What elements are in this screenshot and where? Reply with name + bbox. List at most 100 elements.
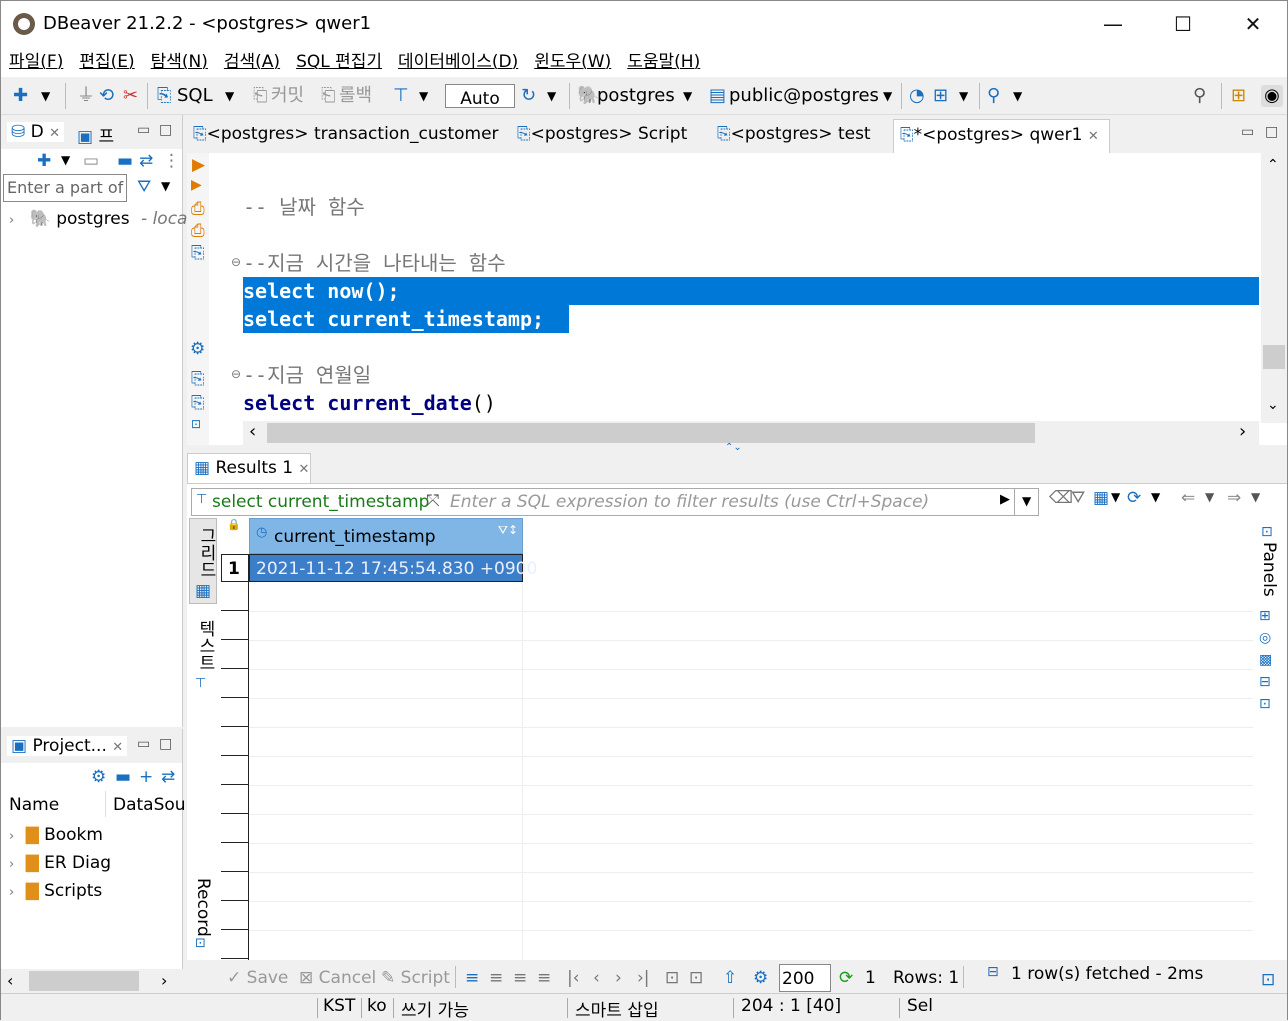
panels-label[interactable]: Panels xyxy=(1259,542,1279,597)
chevron-left-icon[interactable]: ‹ xyxy=(249,421,256,442)
minimize-icon[interactable]: ▭ xyxy=(137,736,150,752)
menu-file[interactable]: 파일(F) xyxy=(9,47,63,77)
cell-current-timestamp[interactable]: 2021-11-12 17:45:54.830 +0900 xyxy=(249,554,537,582)
editor-horizontal-scrollbar[interactable]: ‹ › xyxy=(243,421,1259,445)
tab-results-1[interactable]: ▦ Results 1 ✕ xyxy=(187,453,311,483)
close-icon[interactable]: ✕ xyxy=(1088,129,1099,144)
search-db-icon[interactable]: ⚲ xyxy=(987,85,1000,107)
scroll-thumb[interactable] xyxy=(1263,345,1285,369)
active-datasource-selector[interactable]: postgres xyxy=(597,85,675,107)
new-folder-icon[interactable]: ▭ xyxy=(83,151,99,171)
grouping-icon[interactable]: ▩ xyxy=(1259,652,1272,668)
close-icon[interactable]: ✕ xyxy=(298,462,309,477)
filter-icon[interactable]: ⛛ xyxy=(1071,488,1085,508)
previous-page-icon[interactable]: ‹ xyxy=(593,968,600,988)
commit-button[interactable]: 커밋 xyxy=(271,85,304,107)
references-icon[interactable]: ⊡ xyxy=(1259,696,1271,712)
maximize-results-icon[interactable]: ⌃⌄ xyxy=(725,442,742,453)
view-menu-icon[interactable]: ⋮ xyxy=(163,151,180,171)
history-icon[interactable]: ↻ xyxy=(521,85,536,107)
settings-icon[interactable]: ⚙ xyxy=(190,339,205,359)
chevron-right-icon[interactable]: › xyxy=(1239,421,1246,442)
add-row-icon[interactable]: ≡ xyxy=(489,968,503,988)
tab-project[interactable]: ▣ Project... ✕ xyxy=(7,736,128,756)
chevron-down-icon[interactable]: ▼ xyxy=(883,85,892,107)
view-text-tab[interactable]: 텍스트 ⊤ xyxy=(189,620,217,696)
explain-plan-icon[interactable]: ⎘ xyxy=(191,243,205,263)
last-page-icon[interactable]: ›| xyxy=(637,968,650,988)
menu-edit[interactable]: 편집(E) xyxy=(79,47,134,77)
row-number[interactable]: 1 xyxy=(221,554,249,582)
projects-horizontal-scrollbar[interactable]: ‹ › xyxy=(1,969,183,993)
tree-item-er-diagrams[interactable]: › ▇ ER Diag xyxy=(9,853,111,873)
copy-row-icon[interactable]: ≡ xyxy=(513,968,527,988)
chevron-down-icon[interactable]: ▼ xyxy=(959,85,968,107)
filter-icon[interactable]: ⛛ xyxy=(137,177,151,197)
chevron-down-icon[interactable]: ▼ xyxy=(1013,85,1022,107)
scroll-thumb[interactable] xyxy=(267,423,1035,443)
execute-script-new-tab-icon[interactable]: ⎙ xyxy=(191,221,205,241)
value-viewer-icon[interactable]: ⊞ xyxy=(1259,608,1271,624)
first-page-icon[interactable]: |‹ xyxy=(567,968,580,988)
column-header-current-timestamp[interactable]: ◷ current_timestamp ⛛↕ xyxy=(249,518,523,554)
chevron-down-icon[interactable]: ⌄ xyxy=(1267,397,1279,413)
menu-help[interactable]: 도움말(H) xyxy=(627,47,700,77)
back-icon[interactable]: ⇐ xyxy=(1181,488,1195,508)
maximize-icon[interactable]: □ xyxy=(159,122,172,138)
panel-toggle-icon[interactable]: ⊡ xyxy=(1261,970,1275,990)
close-icon[interactable]: ✕ xyxy=(49,126,60,141)
fetch-size-input[interactable]: 200 xyxy=(779,964,831,992)
link-editor-icon[interactable]: ⇄ xyxy=(139,151,153,171)
forward-icon[interactable]: ⇒ xyxy=(1227,488,1241,508)
scroll-thumb[interactable] xyxy=(29,971,139,991)
maximize-icon[interactable]: □ xyxy=(159,736,172,752)
chevron-down-icon[interactable]: ▼ xyxy=(41,85,50,107)
column-header-datasource[interactable]: DataSou xyxy=(113,795,186,815)
apply-filter-icon[interactable]: ▶ xyxy=(1000,492,1010,507)
settings-icon[interactable]: ⚙ xyxy=(753,968,768,988)
chevron-down-icon[interactable]: ▼ xyxy=(1111,490,1120,504)
chevron-left-icon[interactable]: ‹ xyxy=(7,971,13,990)
chevron-down-icon[interactable]: ▼ xyxy=(547,85,556,107)
sql-editor[interactable]: ▶ ▶ ⎙ ⎙ ⎘ ⚙ ⎘ ⎘ ⊡ -- 날짜 함수 ⊖ --지금 시간을 나타… xyxy=(187,153,1287,445)
menu-search[interactable]: 검색(A) xyxy=(224,47,280,77)
delete-row-icon[interactable]: ≡ xyxy=(537,968,551,988)
menu-navigate[interactable]: 탐색(N) xyxy=(151,47,208,77)
results-filter-input[interactable]: Enter a SQL expression to filter results… xyxy=(450,492,929,512)
tab-projects[interactable]: ▣ 프 xyxy=(77,122,114,147)
metadata-icon[interactable]: ⊟ xyxy=(1259,674,1271,690)
new-connection-icon[interactable]: ✚ xyxy=(37,151,51,171)
tab-qwer1[interactable]: ⎘*<postgres> qwer1 ✕ xyxy=(893,119,1110,154)
filter-settings-icon[interactable]: ▦ xyxy=(1093,488,1109,508)
dashboard-icon[interactable]: ◔ xyxy=(909,85,925,107)
results-grid[interactable]: 🔒 ◷ current_timestamp ⛛↕ 1 2021-11-12 17… xyxy=(221,518,1253,960)
open-perspective-icon[interactable]: ⊞ xyxy=(1231,85,1246,107)
view-grid-tab[interactable]: 그리드 ▦ xyxy=(189,518,217,604)
expand-icon[interactable]: › xyxy=(9,885,14,900)
new-connection-icon[interactable]: ✚ xyxy=(13,85,28,107)
format-icon[interactable]: ⊡ xyxy=(191,417,201,431)
fold-icon[interactable]: ⊖ xyxy=(231,367,241,381)
expand-icon[interactable]: › xyxy=(9,857,14,872)
transaction-mode-icon[interactable]: ⊤ xyxy=(393,85,409,107)
minimize-icon[interactable]: ▭ xyxy=(137,122,150,138)
next-page-icon[interactable]: › xyxy=(615,968,622,988)
rollback-button[interactable]: 롤백 xyxy=(339,85,372,107)
tree-item-postgres[interactable]: › 🐘 postgres - loca xyxy=(9,209,187,229)
transaction-mode-select[interactable]: Auto xyxy=(445,84,515,109)
fetch-all-icon[interactable]: ⊡ xyxy=(689,968,703,988)
editor-vertical-scrollbar[interactable]: ⌃ ⌄ xyxy=(1261,153,1287,423)
execute-statement-icon[interactable]: ▶ xyxy=(192,155,205,175)
search-icon[interactable]: ⚲ xyxy=(1193,85,1206,107)
tab-test[interactable]: ⎘<postgres> test xyxy=(717,124,871,144)
chevron-down-icon[interactable]: ▼ xyxy=(419,85,428,107)
eraser-icon[interactable]: ⌫ xyxy=(1049,488,1073,508)
expand-icon[interactable]: › xyxy=(9,213,14,228)
close-button[interactable]: ✕ xyxy=(1233,11,1273,37)
minimize-button[interactable]: — xyxy=(1093,11,1133,37)
dbeaver-perspective-icon[interactable]: ◉ xyxy=(1261,85,1283,107)
maximize-button[interactable]: ☐ xyxy=(1163,11,1203,37)
sql-editor-button[interactable]: SQL xyxy=(177,85,213,107)
refresh-icon[interactable]: ⟳ xyxy=(1127,488,1141,508)
export-icon[interactable]: ⎘ xyxy=(191,369,205,389)
